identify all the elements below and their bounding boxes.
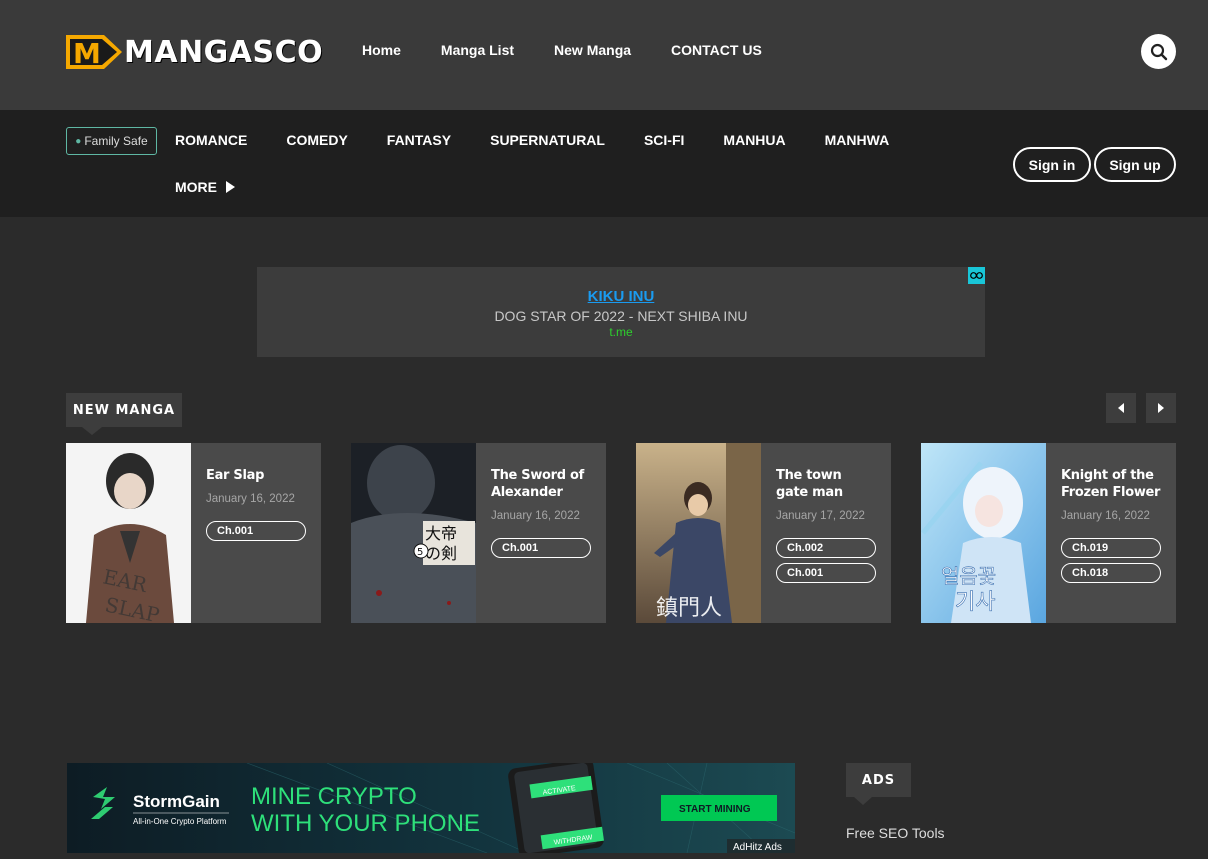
family-safe-label: Family Safe [84,134,148,148]
chapter-list: Ch.002 Ch.001 [776,538,876,583]
sign-in-button[interactable]: Sign in [1013,147,1091,182]
chevron-right-icon [1158,403,1164,413]
svg-text:기사: 기사 [955,590,995,615]
more-label: MORE [175,179,217,195]
manga-card[interactable]: 얼음꽃 기사 Knight of the Frozen Flower Janua… [921,443,1176,623]
chevron-left-icon [1118,403,1124,413]
top-ad-banner[interactable]: KIKU INU DOG STAR OF 2022 - NEXT SHIBA I… [257,267,985,357]
new-manga-heading-text: NEW MANGA [72,402,176,418]
more-genres-button[interactable]: MORE [175,179,235,195]
chapter-list: Ch.001 [491,538,591,558]
manga-card[interactable]: 大帝 の剣 5 The Sword of Alexander January 1… [351,443,606,623]
ad-url[interactable]: t.me [257,325,985,339]
genre-bar: ● Family Safe ROMANCE COMEDY FANTASY SUP… [0,110,1208,217]
carousel-prev-button[interactable] [1106,393,1136,423]
ad-brand: StormGain [133,792,220,811]
genre-sci-fi[interactable]: SCI-FI [644,132,684,148]
manga-info: Knight of the Frozen Flower January 16, … [1061,467,1161,588]
new-manga-heading: NEW MANGA [66,393,182,435]
site-logo[interactable]: M MANGASCO [66,30,323,74]
manga-cover-image[interactable]: 얼음꽃 기사 [921,443,1046,623]
manga-info: Ear Slap January 16, 2022 Ch.001 [206,467,306,546]
genre-fantasy[interactable]: FANTASY [387,132,451,148]
manga-cover-image[interactable]: EAR SLAP [66,443,191,623]
manga-card[interactable]: 鎮門人 The town gate man January 17, 2022 C… [636,443,891,623]
heading-notch [854,797,872,805]
ad-network: AdHitz Ads [733,842,782,853]
ad-title-link[interactable]: KIKU INU [257,288,985,305]
svg-text:M: M [73,37,101,70]
manga-date: January 16, 2022 [491,510,580,522]
manga-date: January 16, 2022 [206,493,295,505]
manga-title[interactable]: The town gate man [776,467,876,501]
genre-manhua[interactable]: MANHUA [723,132,785,148]
manga-cover-image[interactable]: 鎮門人 [636,443,761,623]
genre-manhwa[interactable]: MANHWA [825,132,890,148]
genre-romance[interactable]: ROMANCE [175,132,247,148]
svg-text:の剣: の剣 [425,544,457,563]
genre-comedy[interactable]: COMEDY [286,132,347,148]
chapter-button[interactable]: Ch.001 [491,538,591,558]
ad-description: DOG STAR OF 2022 - NEXT SHIBA INU [494,308,748,324]
nav-new-manga[interactable]: New Manga [554,42,631,58]
play-arrow-icon [226,181,235,193]
ads-heading-text: ADS [861,772,896,788]
heading-notch [82,427,102,435]
chapter-button[interactable]: Ch.001 [206,521,306,541]
svg-text:大帝: 大帝 [425,524,457,543]
top-header: M MANGASCO Home Manga List New Manga CON… [0,0,1208,110]
logo-text: MANGASCO [124,34,324,70]
ads-heading: ADS [846,763,911,805]
manga-cover-image[interactable]: 大帝 の剣 5 [351,443,476,623]
genre-supernatural[interactable]: SUPERNATURAL [490,132,605,148]
chapter-button[interactable]: Ch.019 [1061,538,1161,558]
genre-list: ROMANCE COMEDY FANTASY SUPERNATURAL SCI-… [175,132,928,148]
search-icon [1150,43,1167,60]
ad-headline-2: WITH YOUR PHONE [251,810,480,837]
chapter-list: Ch.019 Ch.018 [1061,538,1161,583]
carousel-next-button[interactable] [1146,393,1176,423]
svg-text:얼음꽃: 얼음꽃 [941,564,996,588]
search-button[interactable] [1141,34,1176,69]
manga-date: January 17, 2022 [776,510,865,522]
ad-headline-1: MINE CRYPTO [251,783,417,810]
chapter-list: Ch.001 [206,521,306,541]
manga-info: The town gate man January 17, 2022 Ch.00… [776,467,876,588]
sign-up-button[interactable]: Sign up [1094,147,1176,182]
free-seo-tools-link[interactable]: Free SEO Tools [846,825,945,841]
nav-manga-list[interactable]: Manga List [441,42,514,58]
manga-title[interactable]: Ear Slap [206,467,306,484]
ad-cta: START MINING [679,804,751,815]
manga-title[interactable]: Knight of the Frozen Flower [1061,467,1161,501]
svg-text:鎮門人: 鎮門人 [656,596,722,621]
nav-home[interactable]: Home [362,42,401,58]
nav-contact-us[interactable]: CONTACT US [671,42,762,58]
ad-brand-tagline: All-in-One Crypto Platform [133,817,227,826]
manga-title[interactable]: The Sword of Alexander [491,467,591,501]
main-nav: Home Manga List New Manga CONTACT US [362,42,802,58]
logo-mark-icon: M [66,31,122,73]
bottom-ad-banner[interactable]: StormGain All-in-One Crypto Platform MIN… [67,763,795,853]
crypto-ad-graphic: StormGain All-in-One Crypto Platform MIN… [67,763,795,853]
family-safe-toggle[interactable]: ● Family Safe [66,127,157,155]
manga-date: January 16, 2022 [1061,510,1150,522]
chapter-button[interactable]: Ch.018 [1061,563,1161,583]
status-dot-icon: ● [75,135,82,147]
manga-info: The Sword of Alexander January 16, 2022 … [491,467,591,563]
ad-choices-icon[interactable] [968,267,985,284]
chapter-button[interactable]: Ch.001 [776,563,876,583]
manga-card[interactable]: EAR SLAP Ear Slap January 16, 2022 Ch.00… [66,443,321,623]
chapter-button[interactable]: Ch.002 [776,538,876,558]
svg-text:5: 5 [417,547,423,558]
